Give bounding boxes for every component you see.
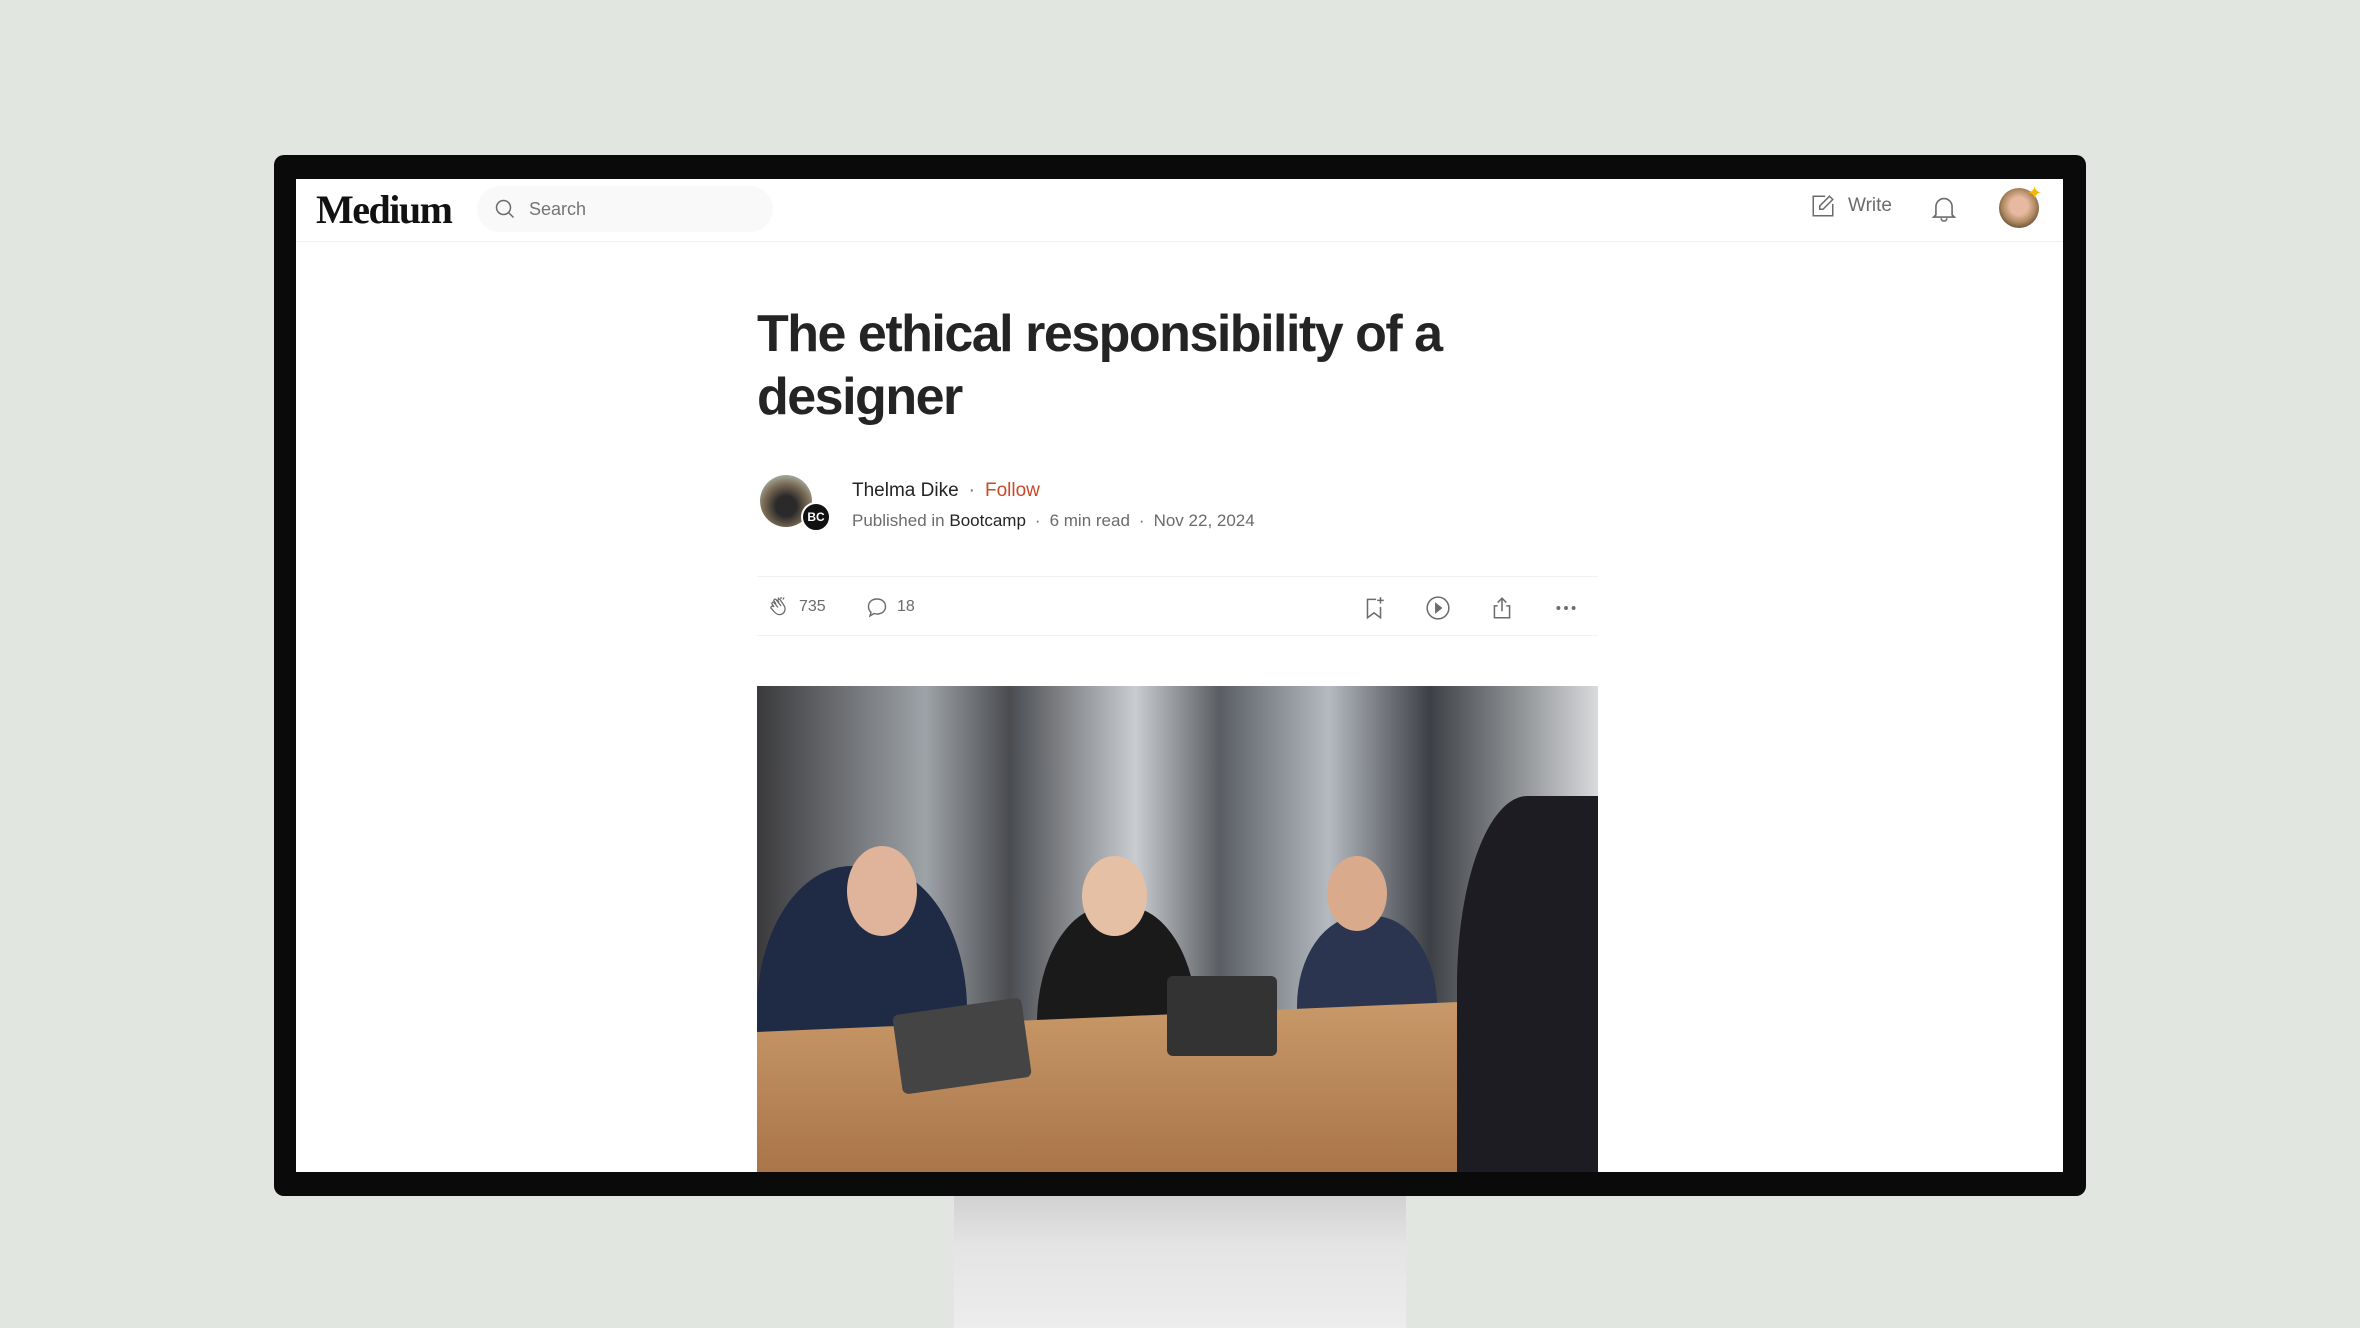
clap-count: 735: [799, 598, 826, 615]
bookmark-add-icon[interactable]: [1361, 595, 1387, 621]
write-button[interactable]: Write: [1810, 193, 1892, 219]
write-label: Write: [1848, 195, 1892, 216]
separator-dot: ·: [1138, 511, 1145, 530]
article-actions-bar: 735 18: [757, 577, 1598, 637]
write-icon: [1812, 195, 1834, 217]
share-icon[interactable]: [1489, 595, 1515, 621]
search-bar[interactable]: [477, 186, 773, 232]
top-nav: Medium Write ✦: [296, 179, 2063, 242]
published-in-label: Published in: [852, 511, 945, 530]
member-star-icon: ✦: [2027, 183, 2043, 203]
clap-button[interactable]: 735: [767, 595, 826, 619]
person-figure: [1457, 796, 1598, 1172]
article-title: The ethical responsibility of a designer: [757, 305, 1443, 426]
comment-icon: [867, 598, 887, 618]
search-input[interactable]: [529, 198, 729, 220]
divider: [757, 635, 1598, 636]
read-time: 6 min read: [1049, 511, 1130, 530]
publish-date: Nov 22, 2024: [1153, 511, 1255, 530]
separator-dot: ·: [1034, 511, 1041, 530]
monitor-stand: [954, 1190, 1406, 1328]
notifications-bell-icon[interactable]: [1930, 194, 1958, 224]
listen-play-icon[interactable]: [1425, 595, 1451, 621]
medium-logo[interactable]: Medium: [316, 186, 453, 233]
article-hero-image: [757, 686, 1598, 1172]
search-icon: [495, 199, 515, 219]
follow-button[interactable]: Follow: [985, 480, 1040, 502]
person-figure: [847, 846, 917, 936]
publication-link[interactable]: Bootcamp: [949, 511, 1026, 530]
person-figure: [1082, 856, 1147, 936]
separator-dot: ·: [968, 480, 975, 501]
clap-icon: [770, 597, 786, 616]
browser-screen: Medium Write ✦ The ethical responsibilit…: [296, 179, 2063, 1172]
comment-count: 18: [897, 598, 915, 615]
person-figure: [1327, 856, 1387, 931]
more-options-icon[interactable]: [1553, 595, 1579, 621]
author-name[interactable]: Thelma Dike: [852, 480, 959, 502]
laptop: [1167, 976, 1277, 1056]
publication-badge[interactable]: BC: [801, 502, 831, 532]
comments-button[interactable]: 18: [865, 595, 915, 619]
